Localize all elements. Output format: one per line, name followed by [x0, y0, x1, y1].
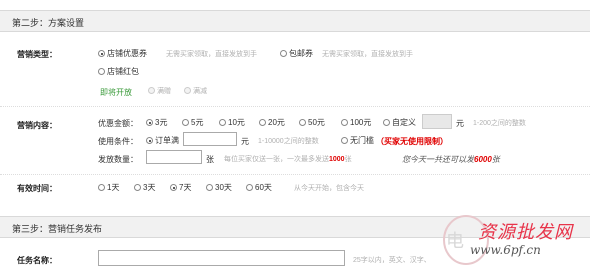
- radio-validity-7[interactable]: [170, 184, 177, 191]
- quantity-unit: 张: [206, 155, 214, 164]
- radio-validity-30[interactable]: [206, 184, 213, 191]
- validity-hint: 从今天开始，包含今天: [294, 185, 364, 192]
- watermark-text: 资源批发网: [478, 222, 573, 243]
- order-amount-input[interactable]: [183, 132, 237, 146]
- validity-option-30[interactable]: 30天: [206, 182, 232, 193]
- validity-label: 有效时间：: [17, 184, 57, 193]
- today-quota-value: 6000: [474, 155, 492, 164]
- marketing-content-label: 营销内容：: [17, 121, 57, 130]
- radio-gift: [148, 87, 155, 94]
- radio-amount-50[interactable]: [299, 119, 306, 126]
- quantity-input[interactable]: [146, 150, 202, 164]
- task-name-input[interactable]: [98, 250, 345, 266]
- option-free-shipping[interactable]: 包邮券: [280, 48, 313, 59]
- option-discount: 满减: [184, 86, 207, 96]
- validity-option-1[interactable]: 1天: [98, 182, 119, 193]
- radio-shop-coupon[interactable]: [98, 50, 105, 57]
- validity-option-60[interactable]: 60天: [246, 182, 272, 193]
- radio-validity-1[interactable]: [98, 184, 105, 191]
- radio-red-packet[interactable]: [98, 68, 105, 75]
- quantity-label: 发放数量：: [98, 155, 138, 164]
- option-red-packet[interactable]: 店铺红包: [98, 66, 139, 77]
- radio-validity-3[interactable]: [134, 184, 141, 191]
- radio-amount-3[interactable]: [146, 119, 153, 126]
- task-name-hint: 25字以内，英文、汉字、: [353, 257, 431, 264]
- radio-amount-100[interactable]: [341, 119, 348, 126]
- divider: [0, 106, 590, 107]
- amount-option-10[interactable]: 10元: [219, 117, 245, 128]
- custom-amount-unit: 元: [456, 119, 464, 128]
- no-threshold-note: （买家无使用限制）: [376, 137, 448, 146]
- today-quota: 您今天一共还可以发6000张: [402, 155, 500, 164]
- watermark-url: www.6pf.cn: [470, 243, 541, 257]
- step3-title: 第三步：营销任务发布: [12, 224, 103, 234]
- amount-option-custom[interactable]: 自定义: [383, 117, 416, 128]
- watermark-glyph: 电: [446, 231, 464, 252]
- order-amount-unit: 元: [241, 137, 249, 146]
- validity-option-7[interactable]: 7天: [170, 182, 191, 193]
- coming-soon-label: 即将开放: [100, 88, 132, 97]
- divider: [0, 174, 590, 175]
- amount-option-50[interactable]: 50元: [299, 117, 325, 128]
- condition-option-no-threshold[interactable]: 无门槛: [341, 135, 374, 146]
- radio-no-threshold[interactable]: [341, 137, 348, 144]
- radio-amount-10[interactable]: [219, 119, 226, 126]
- custom-amount-input[interactable]: [422, 114, 452, 129]
- amount-option-100[interactable]: 100元: [341, 117, 371, 128]
- amount-option-20[interactable]: 20元: [259, 117, 285, 128]
- amount-option-3[interactable]: 3元: [146, 117, 167, 128]
- quantity-hint: 每位买家仅送一张，一次最多发送1000张: [224, 156, 352, 163]
- amount-option-5[interactable]: 5元: [182, 117, 203, 128]
- radio-validity-60[interactable]: [246, 184, 253, 191]
- validity-option-3[interactable]: 3天: [134, 182, 155, 193]
- radio-free-shipping[interactable]: [280, 50, 287, 57]
- radio-amount-20[interactable]: [259, 119, 266, 126]
- step2-title: 第二步：方案设置: [12, 18, 85, 28]
- shop-coupon-hint: 无需买家领取，直接发放到手: [166, 51, 257, 58]
- option-shop-coupon[interactable]: 店铺优惠券: [98, 48, 147, 59]
- radio-amount-5[interactable]: [182, 119, 189, 126]
- radio-condition-order[interactable]: [146, 137, 153, 144]
- radio-discount: [184, 87, 191, 94]
- free-shipping-hint: 无需买家领取，直接发放到手: [322, 51, 413, 58]
- marketing-type-label: 营销类型：: [17, 50, 57, 59]
- radio-amount-custom[interactable]: [383, 119, 390, 126]
- quantity-max: 1000: [329, 156, 345, 163]
- condition-label: 使用条件：: [98, 137, 138, 146]
- amount-label: 优惠金额：: [98, 119, 138, 128]
- task-name-label: 任务名称：: [17, 256, 57, 265]
- option-gift: 满赠: [148, 86, 171, 96]
- condition-option-order[interactable]: 订单满: [146, 135, 179, 146]
- order-amount-hint: 1-10000之间的整数: [258, 138, 319, 145]
- step2-header: 第二步：方案设置: [0, 10, 590, 32]
- custom-amount-hint: 1-200之间的整数: [473, 120, 526, 127]
